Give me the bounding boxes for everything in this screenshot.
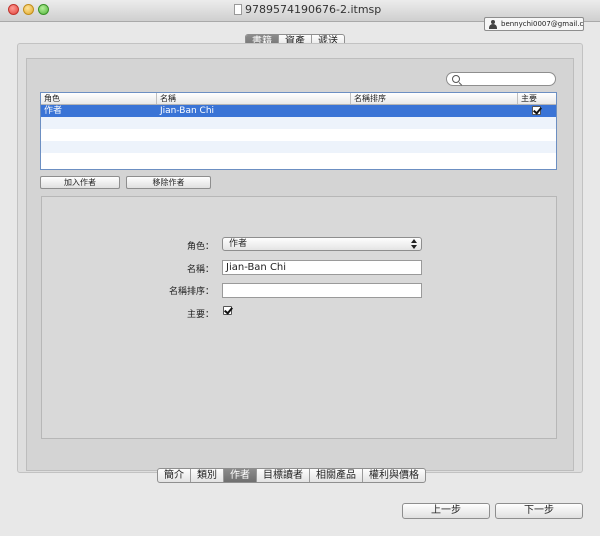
row-primary-checkbox[interactable]	[532, 105, 542, 115]
close-window-button[interactable]	[8, 4, 19, 15]
table-header: 角色 名稱 名稱排序 主要	[41, 93, 556, 105]
next-step-button[interactable]: 下一步	[495, 503, 583, 519]
zoom-window-button[interactable]	[38, 4, 49, 15]
tab-audience[interactable]: 目標讀者	[257, 469, 310, 482]
role-select[interactable]: 作者	[222, 237, 422, 251]
tab-rights-pricing[interactable]: 權利與價格	[363, 469, 425, 482]
row-role: 作者	[44, 106, 63, 116]
table-row-empty	[41, 129, 556, 141]
add-author-button[interactable]: 加入作者	[40, 176, 120, 189]
app-window: 9789574190676-2.itmsp bennychi0007@gmail…	[0, 0, 600, 536]
sort-name-field[interactable]	[222, 283, 422, 298]
role-label: 角色：	[186, 242, 214, 252]
window-title: 9789574190676-2.itmsp	[245, 3, 382, 16]
column-header-sort-name[interactable]: 名稱排序	[351, 93, 518, 104]
column-header-role[interactable]: 角色	[41, 93, 157, 104]
search-field[interactable]	[446, 72, 556, 86]
chevron-updown-icon	[411, 239, 417, 249]
row-sort-name	[351, 105, 518, 117]
row-name: Jian-Ban Chi	[160, 106, 215, 116]
table-row[interactable]: 作者 Jian-Ban Chi	[41, 105, 556, 117]
author-detail-form	[41, 196, 557, 439]
role-select-value: 作者	[229, 239, 248, 249]
name-label: 名稱：	[186, 265, 214, 275]
primary-checkbox[interactable]	[223, 305, 233, 315]
remove-author-button[interactable]: 移除作者	[126, 176, 211, 189]
search-icon	[452, 75, 460, 83]
checkmark-icon	[533, 105, 542, 115]
previous-step-button[interactable]: 上一步	[402, 503, 490, 519]
column-header-primary[interactable]: 主要	[518, 93, 556, 104]
tab-summary[interactable]: 簡介	[158, 469, 191, 482]
table-row-empty	[41, 141, 556, 153]
minimize-window-button[interactable]	[23, 4, 34, 15]
table-row-empty	[41, 117, 556, 129]
checkmark-icon	[224, 305, 233, 315]
sort-name-label: 名稱排序：	[168, 287, 214, 297]
account-email: bennychi0007@gmail.com	[501, 20, 584, 28]
document-icon	[234, 4, 242, 15]
bottom-tab-bar: 簡介 類別 作者 目標讀者 相關產品 權利與價格	[157, 468, 426, 483]
person-icon	[489, 20, 497, 29]
tab-category[interactable]: 類別	[191, 469, 224, 482]
column-header-name[interactable]: 名稱	[157, 93, 351, 104]
account-button[interactable]: bennychi0007@gmail.com	[484, 17, 584, 31]
table-row-empty	[41, 153, 556, 165]
primary-label: 主要：	[186, 310, 214, 320]
name-field[interactable]: Jian-Ban Chi	[222, 260, 422, 275]
tab-related-products[interactable]: 相關產品	[310, 469, 363, 482]
search-input[interactable]	[463, 73, 551, 85]
tab-authors[interactable]: 作者	[224, 469, 257, 482]
authors-table[interactable]: 角色 名稱 名稱排序 主要 作者 Jian-Ban Chi	[40, 92, 557, 170]
